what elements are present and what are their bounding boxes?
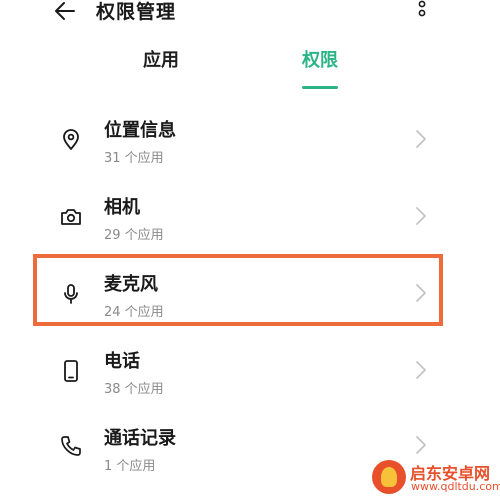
permission-title: 电话 bbox=[104, 351, 140, 372]
permission-app-count: 29 个应用 bbox=[104, 228, 164, 243]
permission-app-count: 38 个应用 bbox=[104, 382, 164, 397]
arrow-left-icon[interactable] bbox=[52, 0, 78, 22]
page-title: 权限管理 bbox=[96, 1, 177, 23]
watermark-url: www.qdltdu.com bbox=[411, 480, 500, 493]
phone-icon bbox=[64, 360, 78, 382]
chevron-right-icon bbox=[416, 207, 426, 225]
permission-row-location[interactable]: 位置信息 31 个应用 bbox=[0, 114, 500, 190]
permission-row-phone[interactable]: 电话 38 个应用 bbox=[0, 345, 500, 421]
chevron-right-icon bbox=[416, 436, 426, 454]
highlight-box bbox=[33, 254, 443, 326]
permission-title: 相机 bbox=[104, 197, 140, 218]
permission-app-count: 31 个应用 bbox=[104, 151, 164, 166]
tab-permissions[interactable]: 权限 bbox=[302, 46, 338, 72]
permission-title: 通话记录 bbox=[104, 428, 176, 449]
tab-apps[interactable]: 应用 bbox=[143, 46, 179, 72]
location-icon bbox=[63, 129, 79, 150]
watermark: 启东安卓网 www.qdltdu.com bbox=[368, 456, 500, 499]
permission-app-count: 1 个应用 bbox=[104, 459, 156, 474]
chevron-right-icon bbox=[416, 130, 426, 148]
more-vertical-icon[interactable] bbox=[413, 0, 431, 22]
permission-title: 位置信息 bbox=[104, 120, 176, 141]
active-tab-indicator bbox=[302, 86, 338, 89]
chevron-right-icon bbox=[416, 361, 426, 379]
camera-icon bbox=[61, 209, 81, 225]
tab-bar: 应用 权限 bbox=[0, 46, 500, 96]
call-log-icon bbox=[61, 436, 81, 456]
watermark-logo-icon bbox=[372, 460, 406, 494]
app-header: 权限管理 bbox=[0, 0, 500, 26]
